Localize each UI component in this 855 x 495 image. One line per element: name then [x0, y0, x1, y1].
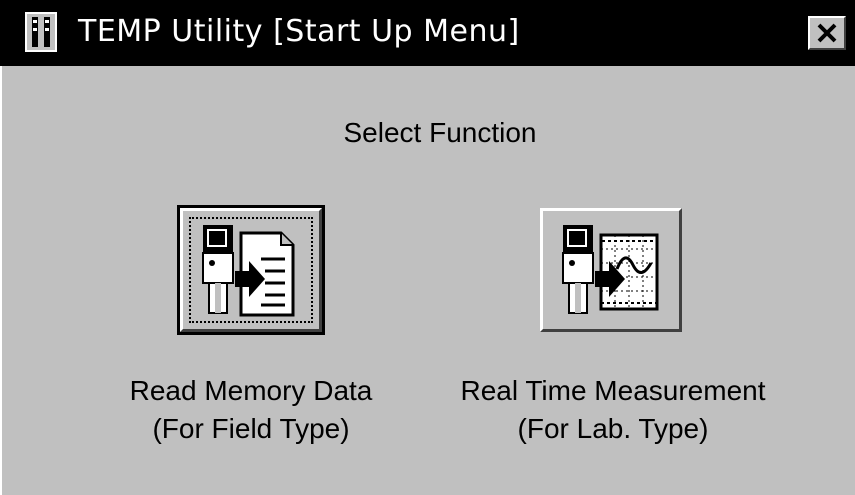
- title-bar[interactable]: TEMP Utility [Start Up Menu]: [0, 0, 855, 66]
- caption-line-2: (For Lab. Type): [517, 413, 709, 444]
- real-time-measurement-button[interactable]: [540, 208, 682, 332]
- caption-line-2: (For Field Type): [152, 413, 350, 444]
- real-time-measurement-caption: Real Time Measurement (For Lab. Type): [443, 372, 783, 448]
- select-function-heading: Select Function: [343, 117, 537, 148]
- window-border: [0, 66, 6, 495]
- thermometer-icon: [25, 12, 57, 52]
- start-up-menu-window: TEMP Utility [Start Up Menu] Select Func…: [0, 0, 855, 495]
- read-memory-data-caption: Read Memory Data (For Field Type): [81, 372, 421, 448]
- meter-to-document-icon: [202, 225, 295, 317]
- window-title: TEMP Utility [Start Up Menu]: [78, 14, 520, 49]
- caption-line-1: Read Memory Data: [129, 375, 373, 406]
- meter-to-graph-icon: [562, 225, 659, 314]
- caption-line-1: Real Time Measurement: [460, 375, 766, 406]
- close-button[interactable]: [808, 16, 846, 50]
- read-memory-data-button[interactable]: [177, 205, 325, 335]
- close-icon: [817, 23, 837, 43]
